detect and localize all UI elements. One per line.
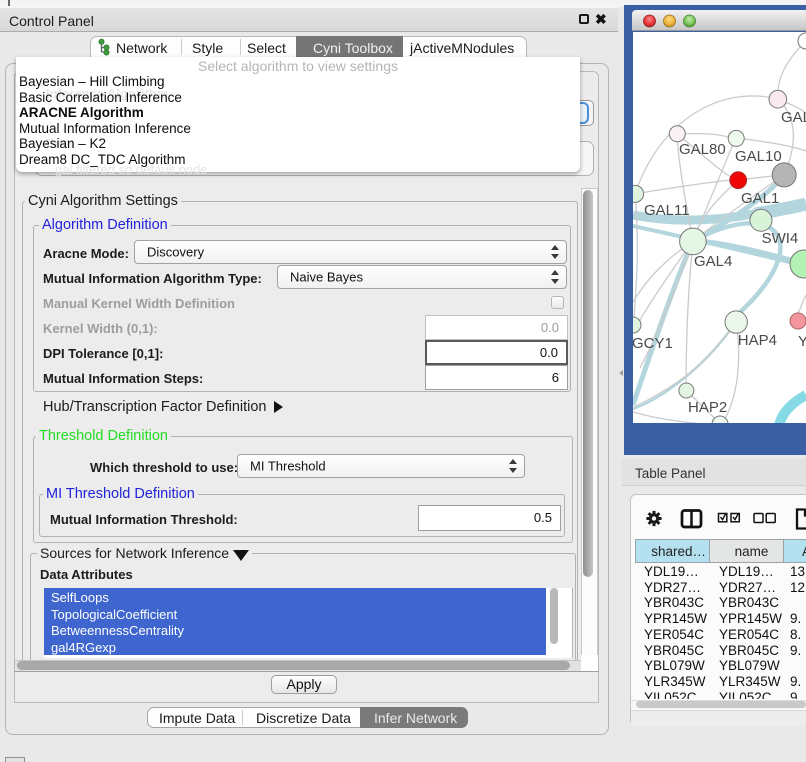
- svg-text:GAL10: GAL10: [735, 148, 782, 165]
- svg-text:SWI4: SWI4: [762, 230, 799, 247]
- svg-text:GAL7: GAL7: [781, 109, 806, 126]
- svg-text:HAP4: HAP4: [738, 332, 777, 349]
- svg-text:HAP2: HAP2: [688, 399, 727, 416]
- svg-text:GAL80: GAL80: [679, 141, 726, 158]
- svg-text:GAL4: GAL4: [694, 253, 732, 270]
- svg-text:GCY1: GCY1: [633, 335, 673, 352]
- svg-text:GAL11: GAL11: [644, 202, 690, 219]
- svg-text:GAL1: GAL1: [741, 190, 779, 207]
- svg-text:Y: Y: [798, 333, 806, 350]
